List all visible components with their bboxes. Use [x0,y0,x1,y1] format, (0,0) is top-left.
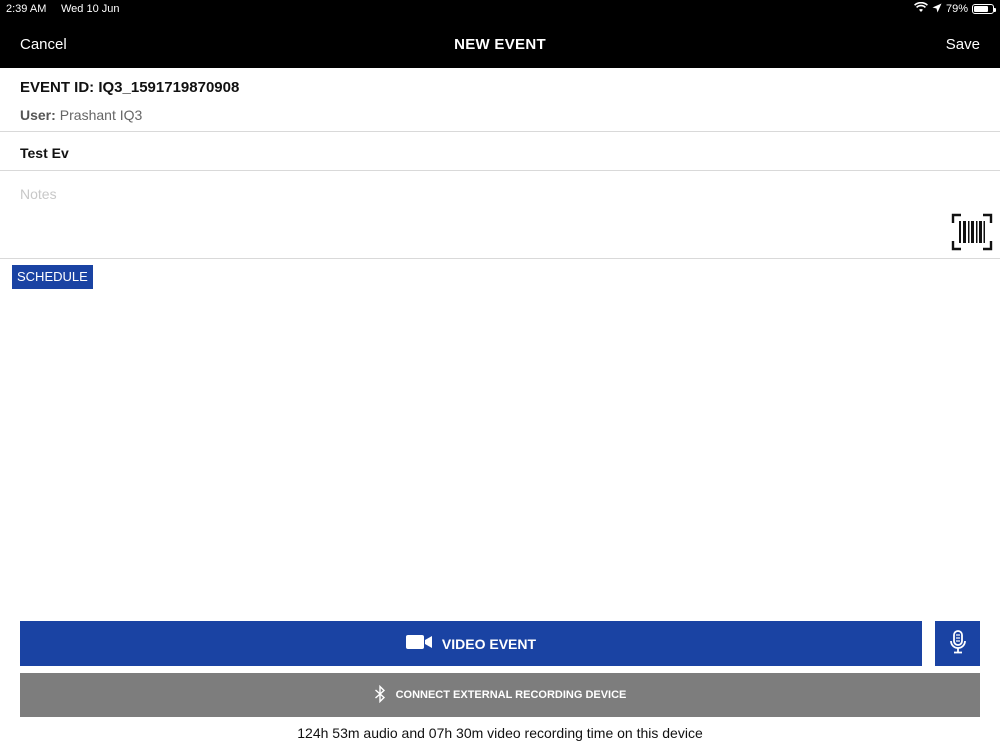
notes-field[interactable] [20,186,940,246]
location-arrow-icon [932,3,942,16]
status-date: Wed 10 Jun [61,3,120,15]
battery-fill [974,6,989,12]
video-event-label: VIDEO EVENT [441,635,537,652]
status-indicators: 79% [914,1,996,16]
save-button[interactable]: Save [946,36,980,53]
page-title: NEW EVENT [454,36,546,53]
user-value: Prashant IQ3 [59,107,143,123]
event-title-input[interactable] [20,143,980,163]
wifi-icon [914,1,928,16]
event-id: EVENT ID: IQ3_1591719870908 [20,79,240,96]
video-camera-icon [405,634,432,653]
top-bar: 2:39 AM Wed 10 Jun 79% Cancel NEW EVENT … [0,0,1000,68]
divider [0,131,1000,132]
status-time: 2:39 AM [6,3,47,15]
microphone-icon [949,630,967,657]
battery-icon [972,4,996,14]
audio-record-button[interactable] [935,621,980,666]
connect-device-button[interactable]: CONNECT EXTERNAL RECORDING DEVICE [20,673,980,717]
battery-percent: 79% [945,3,968,15]
user-row: User: Prashant IQ3 [20,107,142,123]
schedule-button[interactable]: SCHEDULE [12,265,93,289]
connect-device-label: CONNECT EXTERNAL RECORDING DEVICE [395,689,627,701]
recording-time-info: 124h 53m audio and 07h 30m video recordi… [297,725,703,741]
divider [0,258,1000,259]
bluetooth-icon [374,684,386,706]
barcode-scan-icon[interactable] [951,213,993,251]
divider [0,170,1000,171]
video-event-button[interactable]: VIDEO EVENT [20,621,922,666]
user-label: User: [20,107,56,123]
